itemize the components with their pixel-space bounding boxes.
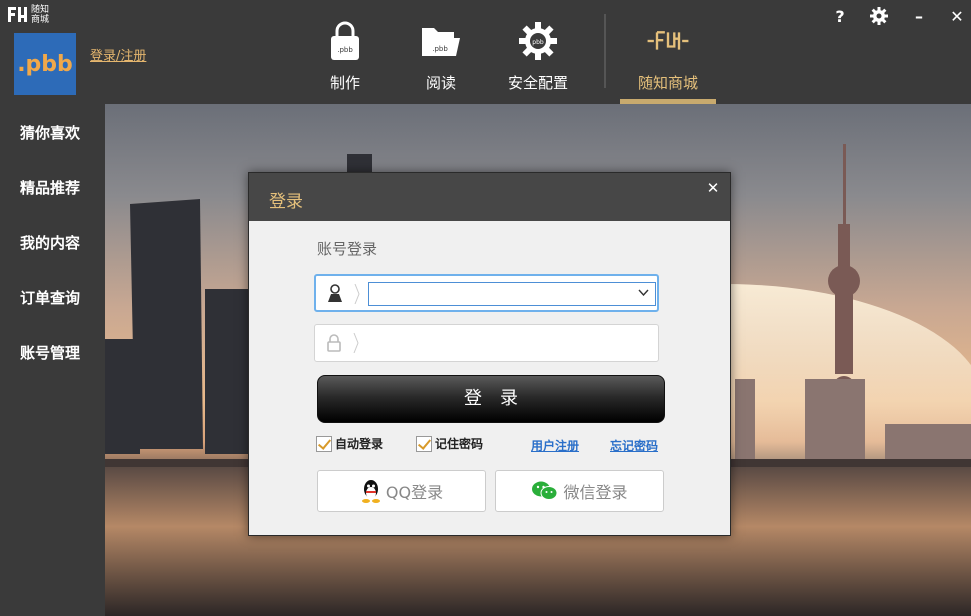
qq-penguin-icon: [361, 480, 380, 503]
sidebar-item-account[interactable]: 账号管理: [20, 342, 80, 363]
account-login-label: 账号登录: [317, 240, 378, 258]
remember-password-label: 记住密码: [435, 437, 484, 451]
wechat-icon: [532, 481, 558, 500]
sidebar-item-my-content[interactable]: 我的内容: [20, 232, 80, 253]
top-bar: 随知商城 .pbb 登录/注册 .pbb 制作 .pbb 阅读 pbb 安全配置…: [0, 0, 971, 104]
nav-security[interactable]: pbb 安全配置: [505, 0, 571, 104]
login-dialog-header: 登录 ✕: [249, 173, 730, 221]
chevron-down-icon[interactable]: [638, 286, 649, 299]
sidebar-item-featured[interactable]: 精品推荐: [20, 177, 80, 198]
lock-pbb-icon: .pbb: [323, 20, 367, 62]
field-separator: [353, 333, 359, 353]
sidebar-item-recommend-for-you[interactable]: 猜你喜欢: [20, 122, 80, 143]
svg-text:.pbb: .pbb: [337, 46, 353, 54]
app-badge[interactable]: .pbb: [14, 33, 76, 95]
gear-icon: [870, 7, 888, 25]
nav-security-label: 安全配置: [507, 74, 568, 92]
register-link[interactable]: 用户注册: [531, 437, 579, 454]
help-button[interactable]: ?: [827, 4, 853, 28]
sidebar: 猜你喜欢 精品推荐 我的内容 订单查询 账号管理: [0, 104, 105, 616]
field-separator: [354, 284, 360, 304]
user-icon: [316, 276, 354, 310]
nav-read[interactable]: .pbb 阅读: [418, 0, 464, 104]
forgot-password-link[interactable]: 忘记密码: [610, 437, 658, 454]
brand-mall-icon: [646, 20, 690, 62]
wechat-login-label: 微信登录: [563, 483, 628, 502]
auto-login-label: 自动登录: [335, 437, 384, 451]
minimize-button[interactable]: –: [906, 4, 932, 28]
svg-text:.pbb: .pbb: [432, 45, 448, 53]
nav-mall[interactable]: 随知商城: [620, 0, 716, 104]
lock-icon: [315, 325, 353, 361]
username-input[interactable]: [368, 282, 656, 306]
nav-mall-label: 随知商城: [637, 74, 698, 92]
nav-make[interactable]: .pbb 制作: [322, 0, 368, 104]
remember-password-checkbox-box[interactable]: [416, 435, 432, 452]
login-button[interactable]: 登录: [317, 375, 665, 423]
nav-read-label: 阅读: [425, 74, 456, 92]
svg-text:pbb: pbb: [532, 39, 544, 46]
close-icon[interactable]: ✕: [704, 179, 722, 197]
wechat-login-button[interactable]: 微信登录: [495, 470, 664, 512]
close-window-button[interactable]: ✕: [944, 4, 970, 28]
username-field: [314, 274, 659, 312]
gear-pbb-icon: pbb: [516, 20, 560, 62]
remember-password-checkbox[interactable]: 记住密码: [416, 435, 483, 452]
settings-button[interactable]: [866, 4, 892, 28]
brand-logo: 随知商城: [6, 3, 54, 27]
auto-login-checkbox[interactable]: 自动登录: [316, 435, 383, 452]
brand-logo-text: 随知商城: [31, 5, 50, 25]
qq-login-button[interactable]: QQ登录: [317, 470, 486, 512]
qq-login-label: QQ登录: [385, 483, 444, 502]
nav-divider: [604, 14, 606, 88]
sidebar-item-orders[interactable]: 订单查询: [20, 287, 80, 308]
brand-mark-icon: [8, 7, 27, 22]
nav-make-label: 制作: [329, 74, 360, 92]
login-register-link[interactable]: 登录/注册: [90, 45, 146, 64]
auto-login-checkbox-box[interactable]: [316, 435, 332, 452]
folder-pbb-icon: .pbb: [419, 20, 463, 62]
login-dialog-title: 登录: [269, 192, 303, 212]
login-dialog: 登录 ✕ 账号登录 登录 自动登录 记住密码 用户注册 忘记密码 QQ登录 微信…: [248, 172, 731, 536]
password-field[interactable]: [314, 324, 659, 362]
